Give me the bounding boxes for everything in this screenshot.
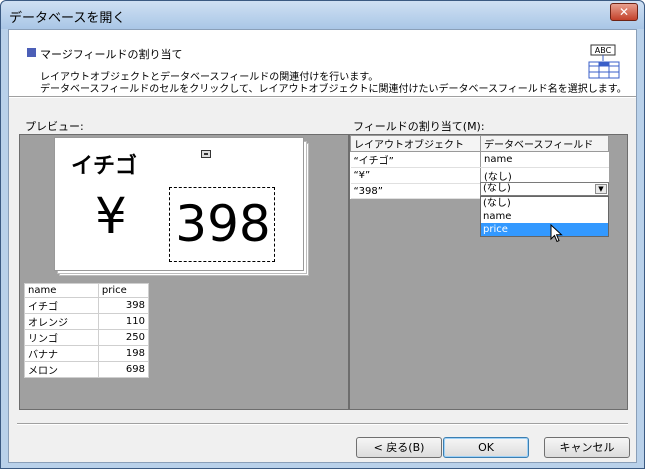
mouse-cursor-icon bbox=[550, 224, 563, 243]
cell-price: 250 bbox=[97, 329, 150, 346]
header-band: マージフィールドの割り当て レイアウトオブジェクトとデータベースフィールドの関連… bbox=[9, 30, 636, 96]
cell-price: 198 bbox=[97, 345, 150, 362]
dropdown-option-price[interactable]: price bbox=[481, 223, 608, 236]
layout-object-price-text: 398 bbox=[175, 195, 271, 253]
cell-price: 110 bbox=[97, 313, 150, 330]
title-bar[interactable]: データベースを開く ✕ bbox=[1, 1, 644, 29]
cell-name: リンゴ bbox=[24, 329, 99, 346]
footer-separator bbox=[17, 423, 628, 425]
cell-name: バナナ bbox=[24, 345, 99, 362]
field-assign-icon: ABC bbox=[588, 44, 620, 79]
close-icon: ✕ bbox=[618, 5, 630, 19]
layout-object-yen[interactable]: ¥ bbox=[95, 186, 127, 246]
table-header-row: レイアウトオブジェクト データベースフィールド bbox=[350, 135, 609, 152]
layout-object-price[interactable]: 398 bbox=[169, 187, 275, 262]
field-assign-icon-text: ABC bbox=[595, 46, 612, 55]
table-row[interactable]: イチゴ 398 bbox=[24, 297, 150, 314]
dialog-body: マージフィールドの割り当て レイアウトオブジェクトとデータベースフィールドの関連… bbox=[8, 29, 637, 463]
column-header-database-field[interactable]: データベースフィールド bbox=[480, 135, 609, 152]
table-row[interactable]: メロン 698 bbox=[24, 361, 150, 378]
column-header-price[interactable]: price bbox=[97, 283, 150, 298]
cell-price: 698 bbox=[97, 361, 150, 378]
table-row: “イチゴ” name bbox=[350, 151, 609, 168]
cell-name: オレンジ bbox=[24, 313, 99, 330]
header-separator bbox=[9, 96, 636, 98]
cell-layout-object: “イチゴ” bbox=[350, 151, 481, 168]
header-bullet-icon bbox=[27, 48, 36, 57]
window-title: データベースを開く bbox=[9, 11, 126, 26]
column-header-name[interactable]: name bbox=[24, 283, 99, 298]
header-description-2: データベースフィールドのセルをクリックして、レイアウトオブジェクトに関連付けたい… bbox=[40, 84, 627, 95]
close-button[interactable]: ✕ bbox=[610, 3, 638, 21]
cancel-button[interactable]: キャンセル bbox=[544, 437, 630, 458]
header-title: マージフィールドの割り当て bbox=[40, 48, 183, 61]
database-field-dropdown: (なし) name price bbox=[480, 196, 609, 237]
table-row[interactable]: リンゴ 250 bbox=[24, 329, 150, 346]
cell-layout-object: “398” bbox=[350, 183, 481, 199]
preview-label: プレビュー: bbox=[25, 120, 84, 133]
chevron-down-icon[interactable]: ▼ bbox=[595, 184, 607, 194]
cell-database-field[interactable]: name bbox=[480, 151, 609, 168]
back-button[interactable]: < 戻る(B) bbox=[356, 437, 442, 458]
label-preview: イチゴ ¥ 398 bbox=[54, 137, 304, 271]
column-header-layout-object[interactable]: レイアウトオブジェクト bbox=[350, 135, 481, 152]
ok-button[interactable]: OK bbox=[443, 437, 529, 458]
preview-panel: イチゴ ¥ 398 name price イチゴ 398 オレンジ 110 リン… bbox=[19, 134, 349, 410]
combo-value: (なし) bbox=[483, 183, 511, 194]
table-header-row: name price bbox=[24, 283, 150, 298]
dropdown-option-name[interactable]: name bbox=[481, 210, 608, 223]
dropdown-option-none[interactable]: (なし) bbox=[481, 197, 608, 210]
database-field-combo[interactable]: (なし) ▼ bbox=[480, 182, 609, 196]
table-row[interactable]: バナナ 198 bbox=[24, 345, 150, 362]
dialog-window: データベースを開く ✕ マージフィールドの割り当て レイアウトオブジェクトとデー… bbox=[0, 0, 645, 469]
layout-object-ichigo[interactable]: イチゴ bbox=[71, 148, 137, 180]
cell-name: メロン bbox=[24, 361, 99, 378]
field-assign-label: フィールドの割り当て(M): bbox=[353, 120, 485, 133]
table-row[interactable]: オレンジ 110 bbox=[24, 313, 150, 330]
database-preview-table: name price イチゴ 398 オレンジ 110 リンゴ 250 バナナ … bbox=[24, 283, 150, 378]
database-icon bbox=[201, 150, 211, 158]
cell-layout-object: “¥” bbox=[350, 167, 481, 184]
cell-name: イチゴ bbox=[24, 297, 99, 314]
cell-price: 398 bbox=[97, 297, 150, 314]
field-assign-panel: レイアウトオブジェクト データベースフィールド “イチゴ” name “¥” (… bbox=[349, 134, 628, 410]
